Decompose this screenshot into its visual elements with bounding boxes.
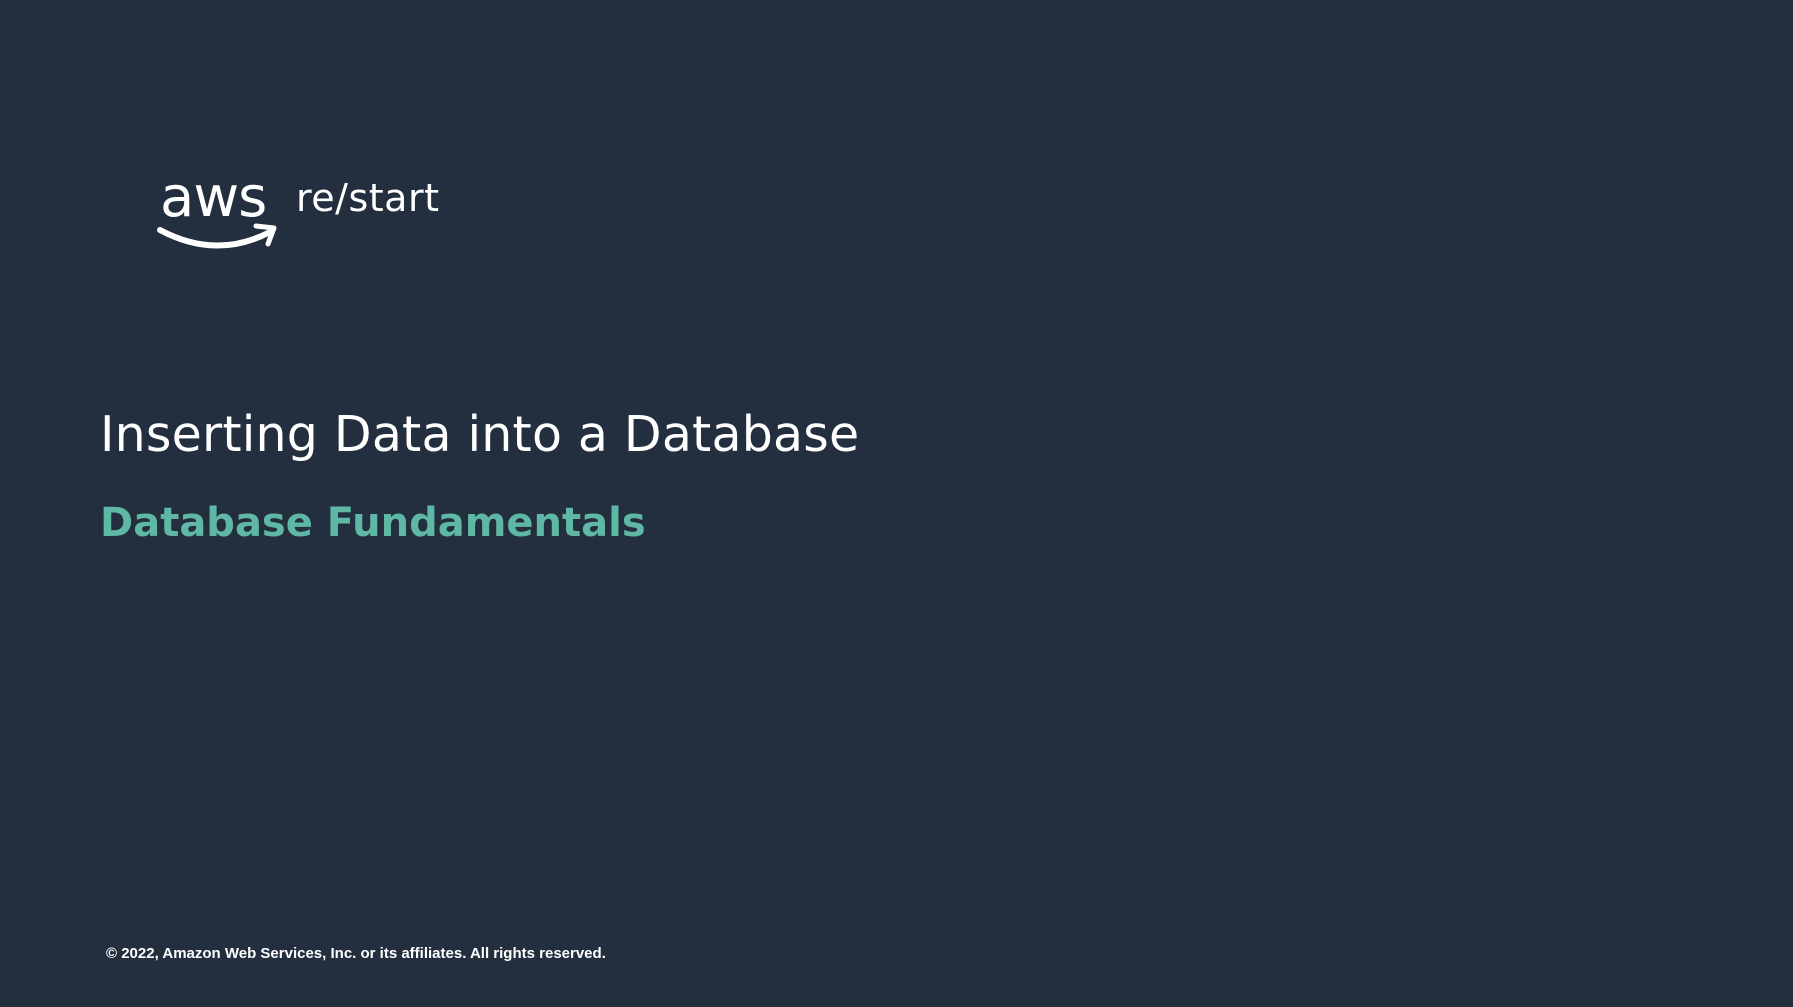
aws-restart-logo: aws re/start [156, 168, 446, 258]
slide-title: Inserting Data into a Database [100, 406, 860, 463]
aws-logo-icon: aws [157, 168, 277, 249]
copyright-notice: © 2022, Amazon Web Services, Inc. or its… [106, 945, 606, 962]
aws-wordmark: aws [160, 168, 266, 230]
slide-subtitle: Database Fundamentals [100, 500, 646, 546]
restart-wordmark: re/start [296, 176, 440, 220]
slide: aws re/start Inserting Data into a Datab… [0, 0, 1793, 1007]
amazon-smile-arrow-icon [157, 227, 273, 249]
